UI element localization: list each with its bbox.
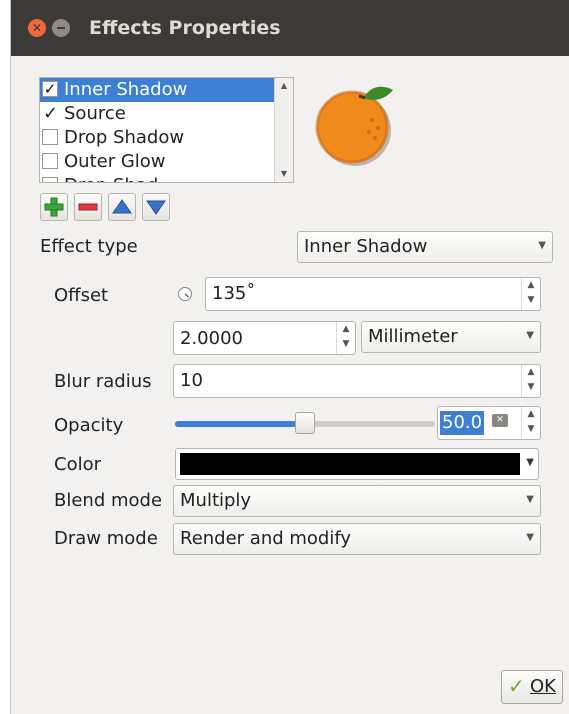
offset-distance-value: 2.0000 [180,328,243,349]
remove-effect-button[interactable] [74,193,102,221]
blur-radius-input[interactable]: 10 ▲ ▼ [173,364,541,398]
list-item-partial[interactable]: Drop Shad [40,174,276,182]
clear-text-icon[interactable]: ✕ [492,414,508,427]
dropdown-arrow-icon: ▼ [526,494,534,505]
effects-list[interactable]: ✓ Inner Shadow ✓ Source Drop Shadow Oute… [39,77,294,183]
checkmark-icon: ✓ [508,674,525,698]
opacity-slider-handle[interactable] [295,412,315,434]
effect-type-label: Effect type [40,236,138,257]
distance-spinner[interactable]: ▲ ▼ [336,322,355,354]
opacity-spinner[interactable]: ▲ ▼ [521,407,540,439]
close-icon[interactable]: ✕ [28,19,46,37]
scroll-down-arrow-icon[interactable]: ▼ [275,168,293,180]
effect-preview-image [315,86,393,166]
checkbox-partial[interactable] [42,177,58,182]
blur-radius-label: Blur radius [54,371,152,392]
checkmark-icon[interactable]: ✓ [43,102,58,126]
dropdown-arrow-icon: ▼ [526,532,534,543]
dropdown-arrow-icon[interactable]: ▼ [526,457,534,468]
draw-mode-label: Draw mode [54,528,158,549]
blend-mode-combo[interactable]: Multiply ▼ [173,485,541,517]
color-button[interactable]: ▼ [175,448,539,480]
checkbox-drop-shadow[interactable] [42,129,58,145]
scroll-up-arrow-icon[interactable]: ▲ [275,80,293,92]
list-item-label: Inner Shadow [64,79,188,100]
add-effect-icon [44,197,64,217]
list-item-label: Source [64,103,126,124]
move-up-icon [112,199,132,214]
checkbox-inner-shadow[interactable]: ✓ [42,81,58,97]
draw-mode-value: Render and modify [180,528,352,549]
offset-unit-value: Millimeter [368,326,458,347]
effect-type-combo[interactable]: Inner Shadow ▼ [297,231,553,263]
offset-angle-value: 135˚ [212,283,256,304]
dialog-title: Effects Properties [89,17,281,39]
opacity-label: Opacity [54,415,124,436]
angle-dial-icon[interactable] [177,286,193,302]
move-down-button[interactable] [142,193,170,221]
list-item-source[interactable]: ✓ Source [40,102,276,126]
offset-label: Offset [54,285,109,306]
list-item-label: Outer Glow [64,151,166,172]
minimize-icon[interactable] [52,19,70,37]
offset-angle-input[interactable]: 135˚ ▲ ▼ [205,277,541,311]
checkbox-outer-glow[interactable] [42,153,58,169]
list-item-drop-shadow[interactable]: Drop Shadow [40,126,276,150]
blend-mode-label: Blend mode [54,490,163,511]
move-up-button[interactable] [108,193,136,221]
draw-mode-combo[interactable]: Render and modify ▼ [173,523,541,555]
add-effect-button[interactable] [40,193,68,221]
blur-spinner[interactable]: ▲ ▼ [521,365,540,397]
dropdown-arrow-icon: ▼ [538,240,546,251]
opacity-value-selection: 50.0 [440,411,485,435]
list-item-inner-shadow[interactable]: ✓ Inner Shadow [40,78,276,102]
color-label: Color [54,454,101,475]
list-item-label: Drop Shad [64,174,158,182]
dropdown-arrow-icon: ▼ [526,330,534,341]
effect-type-value: Inner Shadow [304,236,428,257]
effects-properties-dialog: ✕ Effects Properties ✓ Inner Shadow ✓ So… [10,0,569,714]
offset-unit-combo[interactable]: Millimeter ▼ [361,321,541,353]
offset-distance-input[interactable]: 2.0000 ▲ ▼ [173,321,356,355]
opacity-input[interactable]: 50.0 ✕ ▲ ▼ [437,406,541,440]
ok-button[interactable]: ✓ OK [501,670,563,704]
opacity-slider-fill [175,421,305,427]
angle-spinner[interactable]: ▲ ▼ [521,278,540,310]
move-down-icon [146,200,166,215]
list-scrollbar[interactable]: ▲ ▼ [274,78,293,182]
blend-mode-value: Multiply [180,490,252,511]
color-swatch [180,453,520,475]
remove-effect-icon [78,203,98,211]
title-bar: ✕ Effects Properties [11,0,569,56]
blur-radius-value: 10 [180,370,203,391]
ok-label: OK [530,676,556,697]
list-item-outer-glow[interactable]: Outer Glow [40,150,276,174]
list-item-label: Drop Shadow [64,127,185,148]
